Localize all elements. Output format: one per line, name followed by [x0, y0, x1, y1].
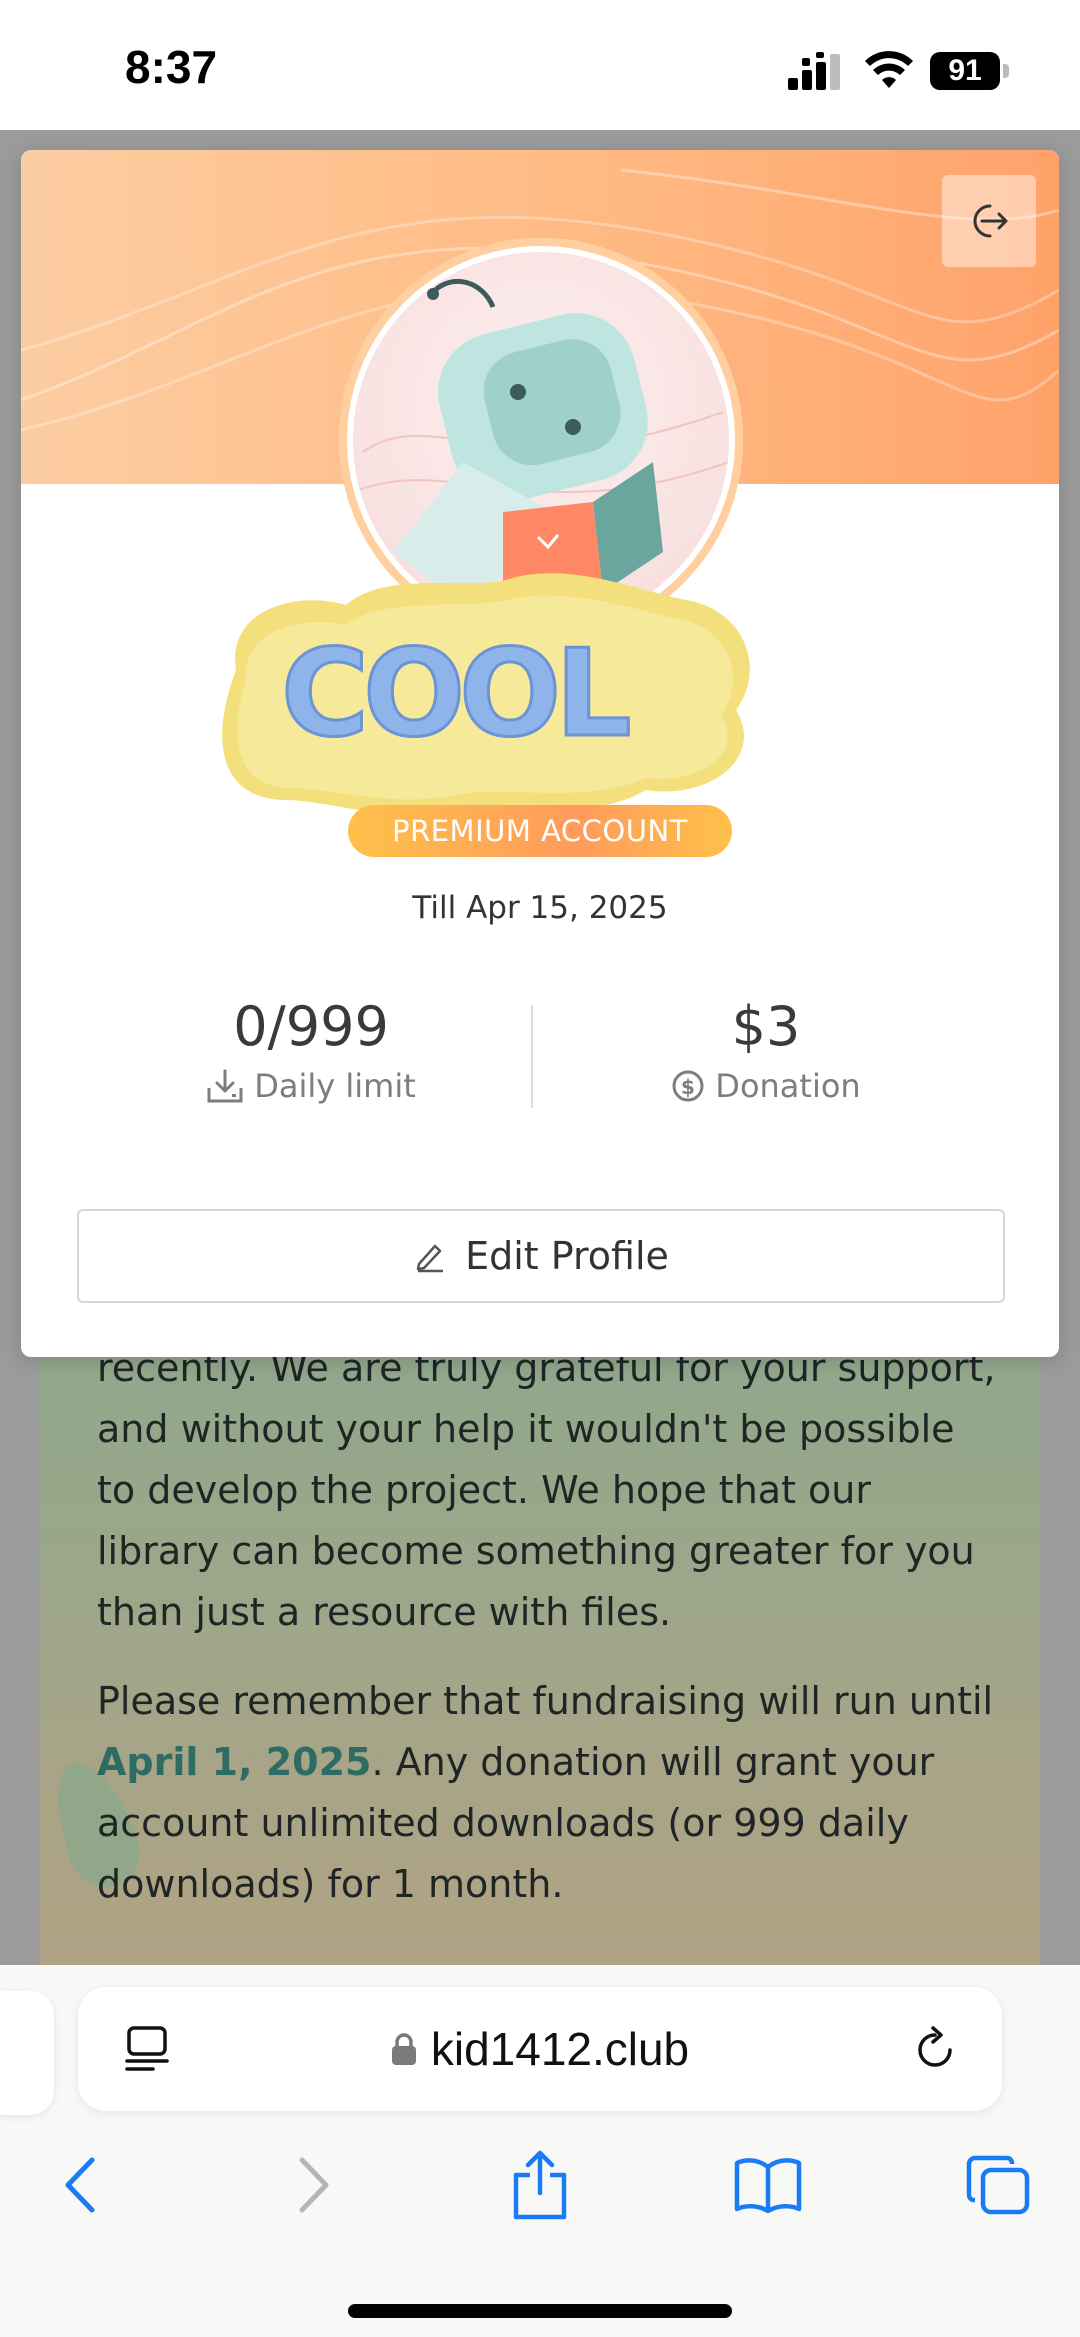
announcement-paragraph-1: recently. We are truly grateful for your…: [97, 1346, 996, 1634]
browser-toolbar: kid1412.club: [0, 1965, 1080, 2337]
edit-profile-button[interactable]: Edit Profile: [77, 1209, 1005, 1303]
bookmarks-button[interactable]: [728, 2145, 808, 2225]
share-button[interactable]: [500, 2145, 580, 2225]
forward-icon: [299, 2157, 329, 2213]
download-icon: [207, 1069, 243, 1103]
tabs-button[interactable]: [958, 2145, 1038, 2225]
logout-button[interactable]: [942, 175, 1036, 267]
profile-modal: COOL PREMIUM ACCOUNT Till Apr 15, 2025 0…: [21, 150, 1059, 1357]
back-button[interactable]: [40, 2145, 120, 2225]
status-time: 8:37: [125, 41, 218, 93]
reload-icon[interactable]: [910, 2025, 960, 2075]
back-icon: [65, 2157, 95, 2213]
battery-level: 91: [930, 52, 1000, 90]
svg-text:$: $: [681, 1075, 695, 1099]
edit-profile-label: Edit Profile: [465, 1234, 669, 1278]
donation-value: $3: [731, 995, 801, 1058]
address-bar[interactable]: kid1412.club: [78, 1987, 1002, 2111]
lock-icon: [391, 2033, 416, 2065]
daily-limit-label: Daily limit: [254, 1067, 416, 1105]
bookmarks-icon: [734, 2158, 802, 2214]
cool-badge-icon: COOL: [222, 573, 750, 815]
donation-stat: $3 $ Donation: [566, 995, 966, 1105]
daily-limit-value: 0/999: [233, 995, 389, 1058]
logout-icon: [973, 204, 1008, 238]
forward-button[interactable]: [274, 2145, 354, 2225]
donation-label: Donation: [715, 1067, 861, 1105]
home-indicator: [348, 2304, 732, 2318]
announcement-text: recently. We are truly grateful for your…: [97, 1338, 997, 1943]
wifi-icon: [865, 51, 913, 88]
dollar-circle-icon: $: [672, 1070, 704, 1102]
svg-text:COOL: COOL: [281, 625, 629, 764]
tabs-icon: [966, 2155, 1030, 2215]
daily-limit-stat: 0/999 Daily limit: [111, 995, 511, 1105]
battery-icon: 91: [930, 52, 1010, 90]
url-text: kid1412.club: [430, 2023, 690, 2075]
fundraising-date: April 1, 2025: [97, 1740, 372, 1784]
cellular-signal-icon: [788, 52, 840, 90]
account-stats: 0/999 Daily limit $3 $ Donation: [21, 995, 1059, 1115]
previous-tab-peek[interactable]: [0, 1991, 54, 2115]
announcement-paragraph-2: Please remember that fundraising will ru…: [97, 1679, 994, 1906]
subscription-expiry: Till Apr 15, 2025: [412, 890, 668, 926]
status-bar: 8:37 91: [0, 0, 1080, 130]
stats-divider: [531, 1005, 533, 1108]
share-icon: [513, 2150, 567, 2220]
pencil-icon: [416, 1244, 444, 1273]
premium-account-badge: PREMIUM ACCOUNT: [348, 805, 732, 857]
